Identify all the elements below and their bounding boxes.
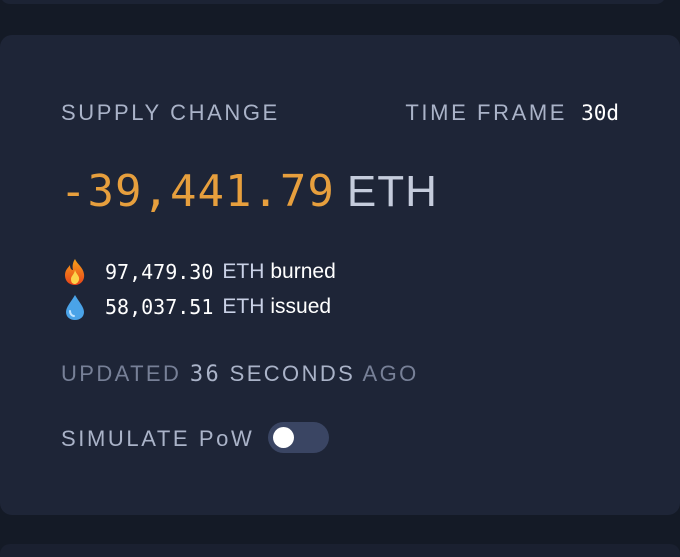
supply-change-card: SUPPLY CHANGE TIME FRAME 30d -39,441.79 … [0, 35, 680, 515]
burned-word: burned [270, 260, 336, 283]
updated-prefix: UPDATED [61, 361, 182, 386]
supply-change-amount: -39,441.79 ETH [60, 166, 438, 217]
time-frame-selector[interactable]: TIME FRAME 30d [405, 100, 619, 126]
burned-value: 97,479.30 [105, 260, 214, 284]
supply-change-label: SUPPLY CHANGE [61, 100, 280, 125]
time-frame-value[interactable]: 30d [581, 101, 619, 125]
supply-change-unit: ETH [346, 167, 438, 216]
issued-word: issued [270, 295, 332, 318]
next-card-edge [0, 544, 680, 557]
burned-unit: ETH [222, 260, 265, 283]
updated-suffix: AGO [362, 361, 419, 386]
updated-number: 36 [189, 362, 222, 387]
fire-icon [62, 258, 88, 286]
updated-status: UPDATED 36 SECONDS AGO [61, 361, 419, 387]
burned-stat: 97,479.30 ETH burned [62, 258, 336, 286]
toggle-knob[interactable] [273, 427, 294, 448]
droplet-icon [62, 293, 88, 321]
simulate-pow-label: SIMULATE PoW [61, 426, 255, 451]
issued-stat: 58,037.51 ETH issued [62, 293, 331, 321]
supply-change-value: -39,441.79 [60, 166, 335, 217]
issued-unit: ETH [222, 295, 265, 318]
issued-value: 58,037.51 [105, 295, 214, 319]
time-frame-label: TIME FRAME [405, 100, 568, 125]
simulate-pow-toggle[interactable] [268, 422, 329, 453]
previous-card-edge [0, 0, 666, 4]
updated-unit: SECONDS [229, 361, 356, 386]
